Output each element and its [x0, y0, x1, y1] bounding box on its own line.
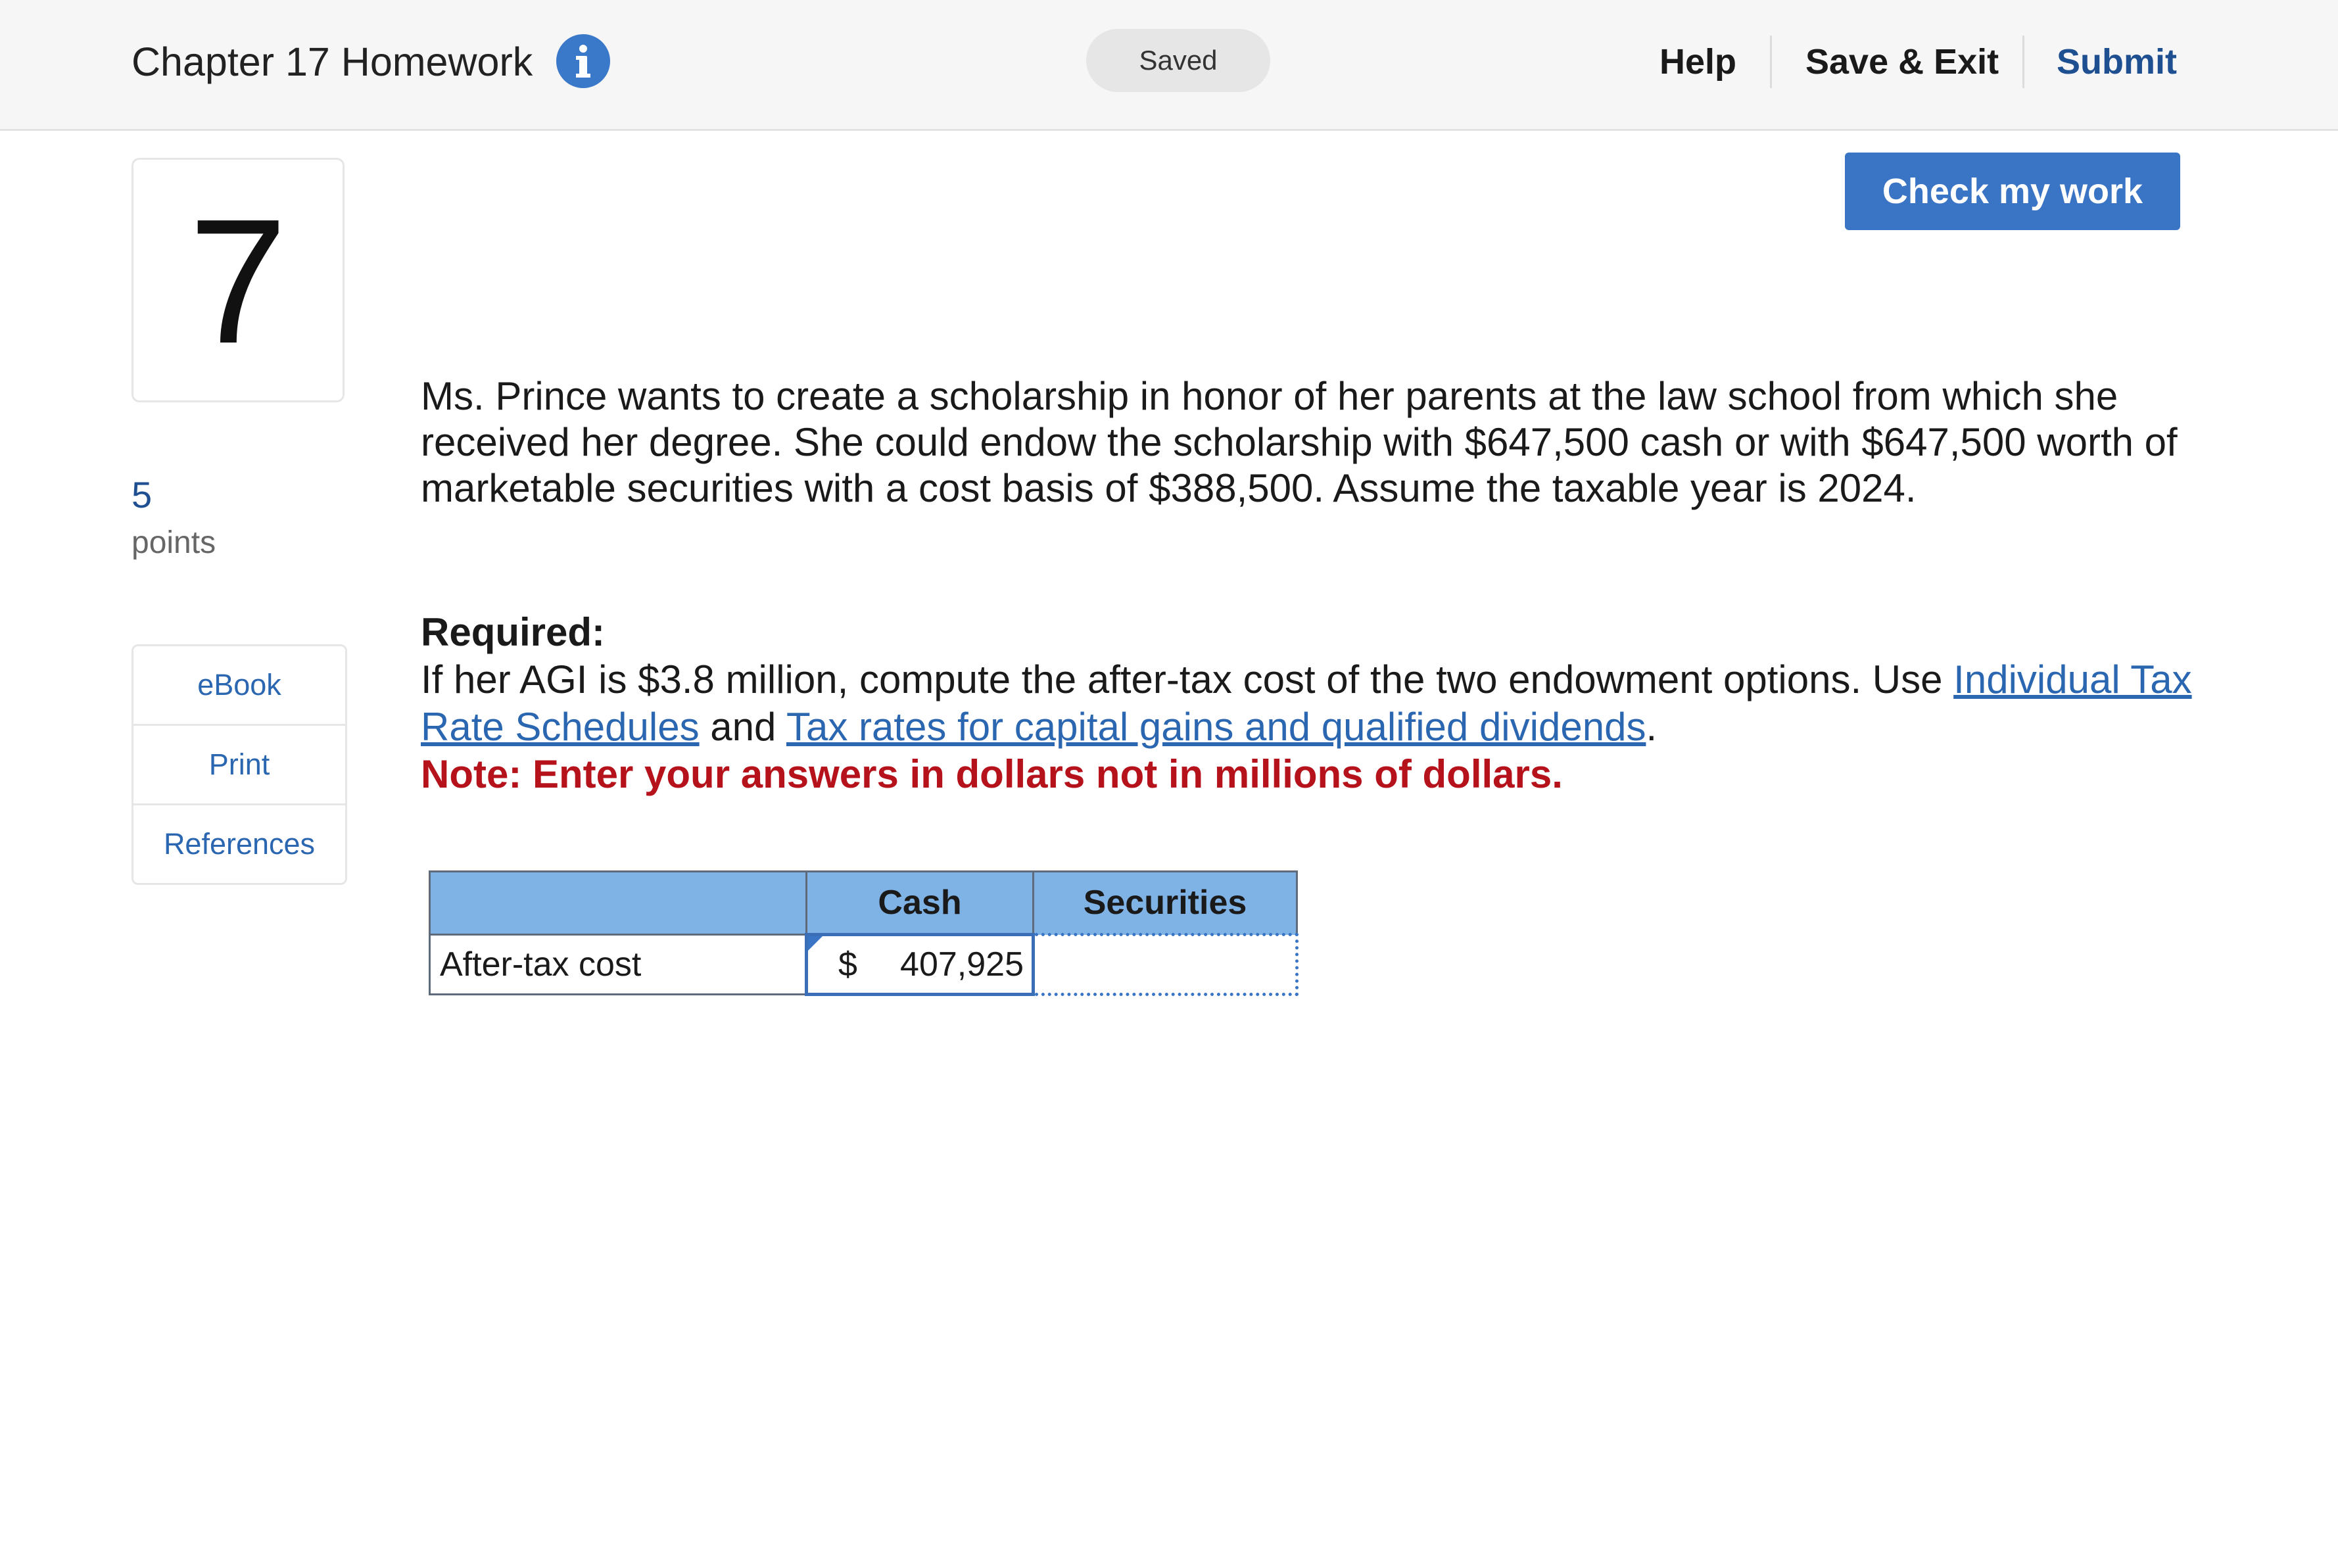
help-button[interactable]: Help	[1659, 32, 1736, 92]
cash-answer-field[interactable]: $ 407,925	[805, 933, 1035, 996]
securities-answer-field[interactable]	[1032, 933, 1299, 996]
saved-status-badge: Saved	[1086, 29, 1270, 92]
info-icon[interactable]	[556, 34, 610, 88]
required-text: If her AGI is $3.8 million, compute the …	[421, 657, 1943, 701]
points-label: points	[131, 525, 216, 560]
cash-answer-value: 407,925	[900, 945, 1024, 984]
references-link[interactable]: References	[133, 805, 345, 883]
and-text: and	[710, 705, 776, 749]
submit-button[interactable]: Submit	[2057, 32, 2177, 92]
row-label-after-tax-cost: After-tax cost	[429, 934, 807, 995]
save-exit-button[interactable]: Save & Exit	[1805, 32, 1999, 92]
table-header-securities: Securities	[1032, 870, 1298, 936]
check-my-work-button[interactable]: Check my work	[1845, 153, 2180, 230]
header-divider	[1770, 36, 1772, 88]
table-row: After-tax cost $ 407,925	[429, 933, 1299, 996]
ebook-link[interactable]: eBook	[133, 646, 345, 726]
print-link[interactable]: Print	[133, 726, 345, 805]
problem-statement: Ms. Prince wants to create a scholarship…	[421, 374, 2178, 510]
points-value: 5	[131, 474, 153, 515]
answer-table: Cash Securities After-tax cost $ 407,925	[429, 870, 1299, 996]
currency-symbol: $	[838, 945, 857, 984]
required-label: Required:	[421, 610, 606, 654]
period-text: .	[1646, 705, 1658, 749]
assignment-title: Chapter 17 Homework	[131, 39, 533, 84]
question-number: 7	[131, 158, 345, 402]
capital-gains-rates-link[interactable]: Tax rates for capital gains and qualifie…	[786, 705, 1646, 749]
answer-note: Note: Enter your answers in dollars not …	[421, 752, 1563, 796]
top-bar: Chapter 17 Homework Saved Help Save & Ex…	[0, 0, 2338, 131]
question-tools: eBook Print References	[131, 644, 347, 885]
table-header-blank	[429, 870, 807, 936]
table-header-cash: Cash	[805, 870, 1034, 936]
cell-marker	[808, 936, 823, 951]
required-section: Required: If her AGI is $3.8 million, co…	[421, 609, 2235, 798]
header-divider	[2022, 36, 2024, 88]
